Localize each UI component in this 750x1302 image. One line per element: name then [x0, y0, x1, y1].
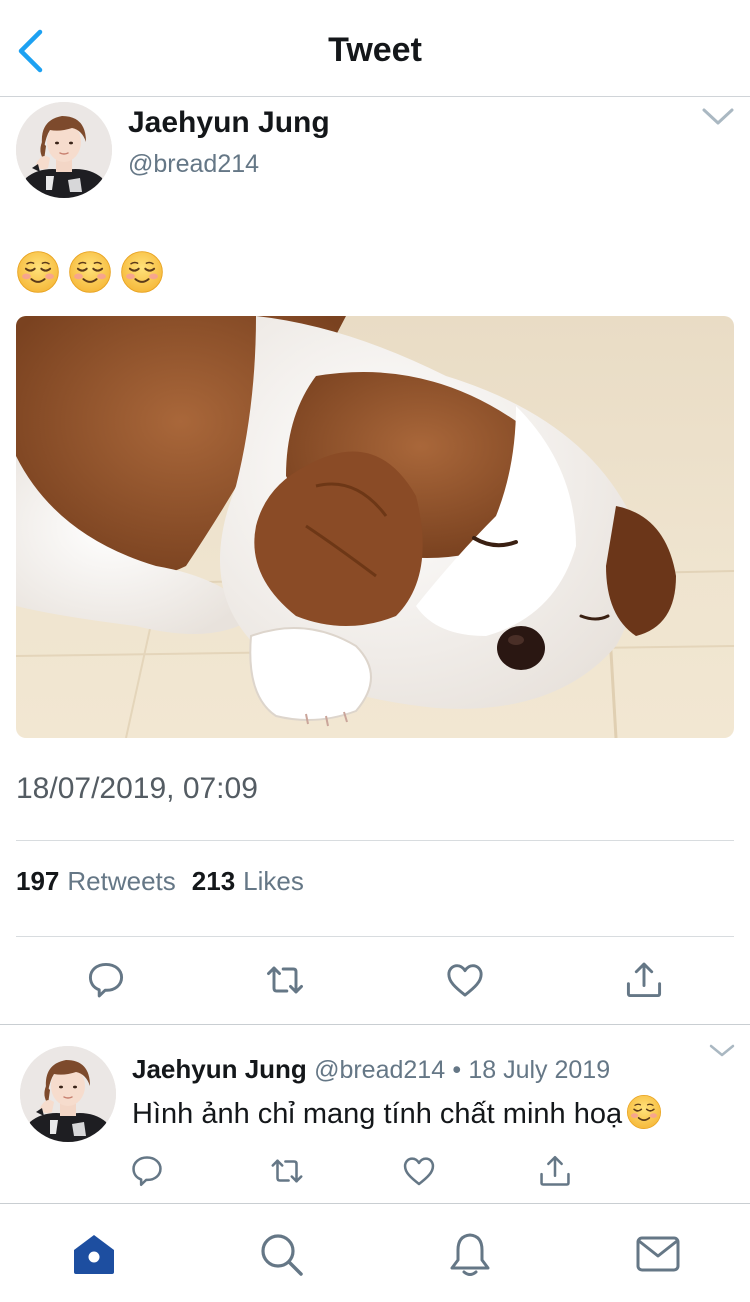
reply-options-button[interactable] [708, 1042, 736, 1060]
reply-icon [128, 1152, 166, 1190]
tweet-timestamp: 18/07/2019, 07:09 [16, 772, 258, 805]
retweet-button[interactable] [263, 958, 307, 1002]
retweet-icon [263, 958, 307, 1002]
reply-header: Jaehyun Jung @bread214 • 18 July 2019 [132, 1054, 610, 1085]
reply-avatar[interactable] [20, 1046, 116, 1142]
likes-count[interactable]: 213 [192, 866, 235, 897]
reply-button[interactable] [84, 958, 128, 1002]
tweet-text [16, 250, 164, 298]
divider [0, 1024, 750, 1025]
home-icon [74, 1235, 114, 1274]
reply-button[interactable] [128, 1152, 166, 1190]
like-icon [443, 958, 487, 1002]
tab-search[interactable] [257, 1230, 305, 1278]
share-button[interactable] [536, 1152, 574, 1190]
tweet-options-button[interactable] [700, 104, 736, 130]
top-nav-bar: Tweet [0, 0, 750, 97]
retweet-icon [268, 1152, 306, 1190]
like-button[interactable] [443, 958, 487, 1002]
page-title: Tweet [328, 31, 422, 69]
share-icon [536, 1152, 574, 1190]
reply-author-display-name[interactable]: Jaehyun Jung [132, 1054, 307, 1084]
reply-text-row: Hình ảnh chỉ mang tính chất minh hoạ [132, 1094, 662, 1131]
divider [16, 936, 734, 937]
reply-date: 18 July 2019 [468, 1056, 611, 1084]
author-handle[interactable]: @bread214 [128, 150, 259, 179]
chevron-down-icon [709, 1044, 735, 1057]
smiling-face-emoji [626, 1094, 662, 1130]
like-icon [400, 1152, 438, 1190]
notifications-icon [450, 1233, 490, 1276]
tab-home[interactable] [70, 1230, 118, 1278]
tab-notifications[interactable] [446, 1230, 494, 1278]
share-icon [622, 958, 666, 1002]
chevron-down-icon [702, 108, 734, 125]
smiling-face-emoji [16, 250, 60, 294]
tweet-photo-sleeping-puppy[interactable] [16, 316, 734, 738]
share-button[interactable] [622, 958, 666, 1002]
retweet-button[interactable] [268, 1152, 306, 1190]
author-display-name[interactable]: Jaehyun Jung [128, 106, 330, 140]
messages-icon [636, 1236, 680, 1272]
bottom-tab-bar [0, 1203, 750, 1302]
separator-dot: • [452, 1056, 462, 1084]
tweet-stats: 197 Retweets 213 Likes [16, 866, 320, 897]
reply-text: Hình ảnh chỉ mang tính chất minh hoạ [132, 1098, 623, 1130]
smiling-face-emoji [120, 250, 164, 294]
search-icon [261, 1234, 303, 1276]
likes-label[interactable]: Likes [243, 866, 304, 897]
smiling-face-emoji [68, 250, 112, 294]
reply-author-handle[interactable]: @bread214 [314, 1056, 445, 1084]
divider [16, 840, 734, 841]
avatar[interactable] [16, 102, 112, 198]
reply-icon [84, 958, 128, 1002]
like-button[interactable] [400, 1152, 438, 1190]
retweets-count[interactable]: 197 [16, 866, 59, 897]
retweets-label[interactable]: Retweets [67, 866, 175, 897]
tab-messages[interactable] [634, 1230, 682, 1278]
